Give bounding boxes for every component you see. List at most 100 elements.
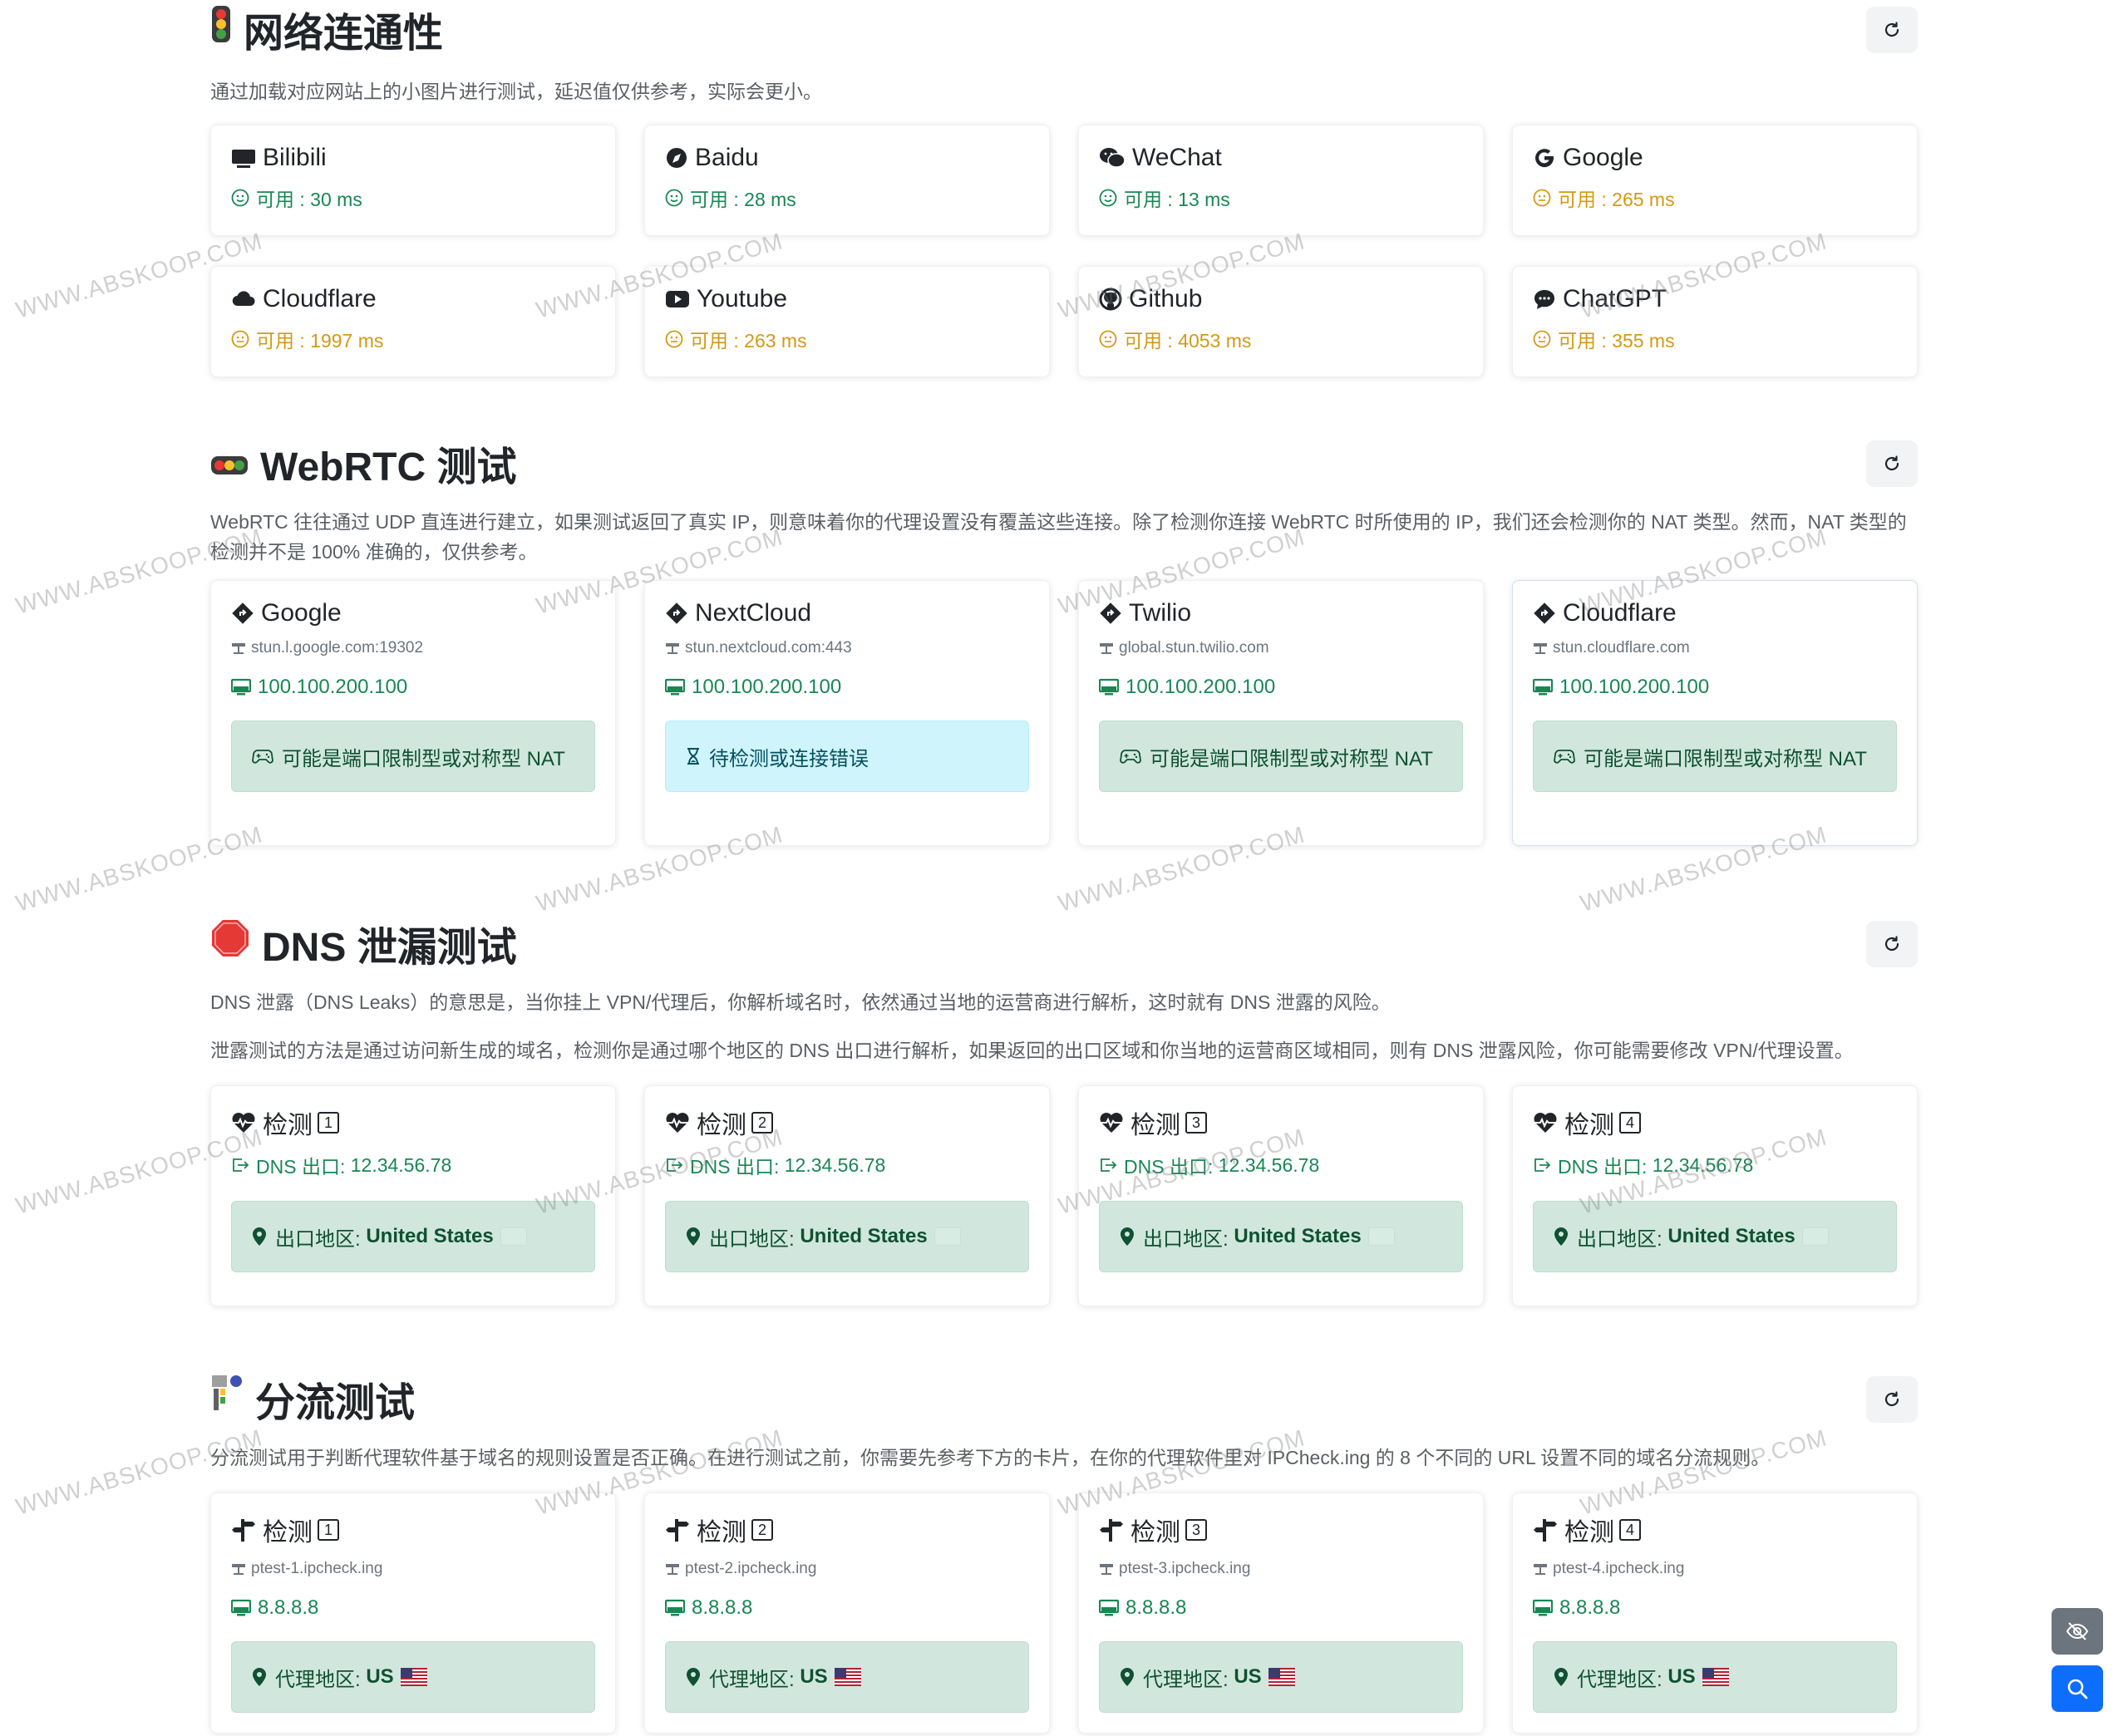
smile-icon: [1099, 189, 1117, 207]
tv-icon: [231, 147, 256, 169]
eye-slash-icon: [2066, 1622, 2089, 1640]
neutral-face-icon: [1099, 330, 1117, 348]
site-name: Google: [1563, 144, 1643, 171]
neutral-face-icon: [1533, 189, 1551, 207]
heart-pulse-icon: [1099, 1112, 1124, 1134]
webrtc-description: WebRTC 往往通过 UDP 直连进行建立，如果测试返回了真实 IP，则意味着…: [210, 511, 1907, 563]
heart-pulse-icon: [1533, 1112, 1558, 1134]
us-flag-icon: [834, 1668, 861, 1686]
box-arrow-right-icon: [1533, 1157, 1551, 1173]
neutral-face-icon: [231, 330, 249, 348]
split-test-title: 检测 1: [231, 1512, 595, 1548]
detected-ip-text: 100.100.200.100: [258, 676, 408, 698]
webrtc-refresh-button[interactable]: [1866, 440, 1918, 487]
webrtc-card-cloudflare: Cloudflare stun.cloudflare.com 100.100.2…: [1512, 580, 1918, 846]
webrtc-grid: Google stun.l.google.com:19302 100.100.2…: [210, 580, 1918, 846]
server-name: Twilio: [1129, 599, 1192, 627]
test-number-badge: 2: [751, 1519, 773, 1541]
test-number-badge: 3: [1185, 1519, 1207, 1541]
monitor-icon: [1533, 1599, 1553, 1617]
server-icon: [1533, 1562, 1548, 1576]
server-name-row: Twilio: [1099, 599, 1463, 627]
flag-icon: [1367, 1227, 1395, 1246]
proxy-region-label: 代理地区:: [1577, 1668, 1662, 1691]
flag-icon: [500, 1227, 527, 1246]
connectivity-refresh-button[interactable]: [1866, 7, 1918, 53]
site-name-row: WeChat: [1099, 144, 1463, 172]
monitor-icon: [1533, 678, 1553, 696]
detected-ip: 100.100.200.100: [1099, 676, 1463, 699]
nat-result: 可能是端口限制型或对称型 NAT: [231, 720, 595, 792]
connectivity-title: 网络连通性: [210, 0, 443, 58]
test-host: ptest-2.ipcheck.ing: [665, 1560, 1029, 1578]
search-button[interactable]: [2052, 1665, 2103, 1712]
monitor-icon: [231, 1599, 251, 1617]
chat-icon: [1533, 288, 1556, 311]
split-panel-icon: [210, 1374, 244, 1424]
exit-region: 出口地区: United States: [231, 1201, 595, 1272]
dns-exit-ip: 12.34.56.78: [1218, 1153, 1320, 1176]
site-card-wechat: WeChat 可用 : 13 ms: [1078, 125, 1484, 236]
connectivity-section: 网络连通性 通过加载对应网站上的小图片进行测试，延迟值仅供参考，实际会更小。 B…: [210, 0, 1918, 377]
exit-region-value: United States: [366, 1225, 494, 1247]
dns-section: DNS 泄漏测试 DNS 泄露（DNS Leaks）的意思是，当你挂上 VPN/…: [210, 914, 1918, 1306]
compass-icon: [665, 146, 688, 170]
map-pin-icon: [1554, 1227, 1569, 1247]
webrtc-title: WebRTC 测试: [210, 434, 516, 492]
dns-grid: 检测 1 DNS 出口: 12.34.56.78 出口地区: United St…: [210, 1085, 1918, 1306]
split-test-label: 检测: [697, 1519, 746, 1547]
proxy-region: 代理地区: US: [231, 1641, 595, 1713]
dns-exit-ip: 12.34.56.78: [1652, 1153, 1754, 1176]
test-ip: 8.8.8.8: [1533, 1596, 1897, 1620]
dns-title: DNS 泄漏测试: [210, 914, 517, 972]
google-icon: [1533, 146, 1556, 170]
split-title: 分流测试: [210, 1370, 415, 1428]
dns-exit: DNS 出口: 12.34.56.78: [665, 1151, 1029, 1179]
dns-title-text: DNS 泄漏测试: [262, 926, 517, 970]
split-test-label: 检测: [263, 1519, 313, 1547]
server-icon: [1099, 642, 1114, 655]
server-icon: [665, 1562, 680, 1576]
map-pin-icon: [1120, 1227, 1135, 1247]
map-pin-icon: [252, 1667, 267, 1687]
exit-region: 出口地区: United States: [1533, 1201, 1897, 1272]
nat-result-text: 可能是端口限制型或对称型 NAT: [1584, 747, 1867, 770]
site-name: Youtube: [697, 285, 788, 312]
test-host-text: ptest-2.ipcheck.ing: [685, 1560, 817, 1577]
heart-pulse-icon: [231, 1112, 256, 1134]
test-host-text: ptest-4.ipcheck.ing: [1553, 1560, 1685, 1577]
site-name: ChatGPT: [1563, 285, 1667, 312]
exit-region-label: 出口地区:: [709, 1227, 795, 1251]
dns-test-label: 检测: [697, 1112, 746, 1139]
connectivity-header: 网络连通性: [210, 0, 1918, 58]
split-refresh-button[interactable]: [1866, 1376, 1918, 1423]
map-pin-icon: [252, 1227, 267, 1247]
exit-region: 出口地区: United States: [665, 1201, 1029, 1272]
box-arrow-right-icon: [1099, 1157, 1117, 1173]
site-card-youtube: Youtube 可用 : 263 ms: [644, 266, 1050, 377]
detected-ip-text: 100.100.200.100: [692, 676, 842, 698]
site-card-chatgpt: ChatGPT 可用 : 355 ms: [1512, 266, 1918, 377]
connectivity-title-text: 网络连通性: [244, 12, 444, 56]
test-number-badge: 4: [1619, 1519, 1641, 1541]
site-status: 可用 : 28 ms: [665, 184, 1029, 212]
server-icon: [665, 642, 680, 655]
flag-icon: [933, 1227, 961, 1246]
test-number-badge: 1: [318, 1519, 339, 1541]
site-status: 可用 : 1997 ms: [231, 325, 595, 353]
webrtc-card-google: Google stun.l.google.com:19302 100.100.2…: [210, 580, 616, 846]
us-flag-icon: [400, 1668, 427, 1686]
site-card-google: Google 可用 : 265 ms: [1512, 125, 1918, 236]
site-name-row: ChatGPT: [1533, 285, 1897, 313]
site-name-row: Youtube: [665, 285, 1029, 313]
exit-region-value: United States: [1234, 1225, 1362, 1247]
dns-refresh-button[interactable]: [1866, 921, 1918, 967]
github-icon: [1099, 288, 1122, 311]
hide-info-button[interactable]: [2052, 1608, 2103, 1655]
test-ip-text: 8.8.8.8: [1126, 1596, 1187, 1619]
dns-test-title: 检测 2: [665, 1104, 1029, 1141]
box-arrow-right-icon: [665, 1157, 683, 1173]
server-host: stun.nextcloud.com:443: [665, 639, 1029, 657]
search-icon: [2067, 1679, 2088, 1699]
site-card-github: Github 可用 : 4053 ms: [1078, 266, 1484, 377]
